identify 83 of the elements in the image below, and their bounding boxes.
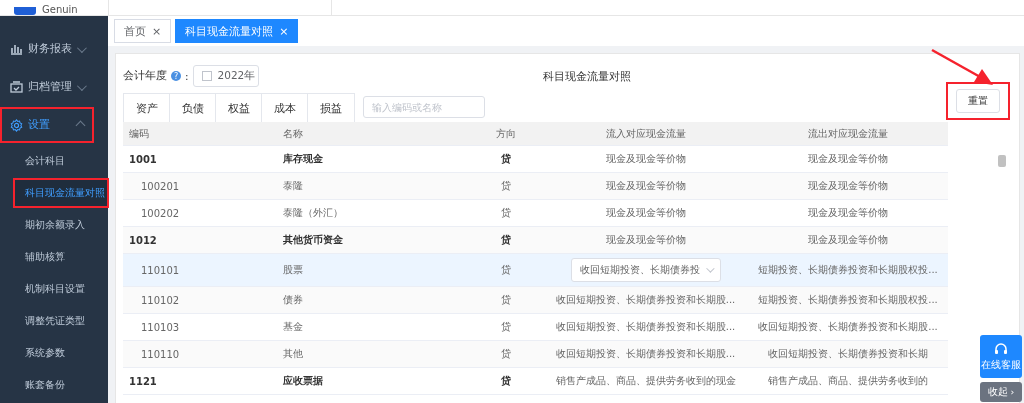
submenu-item[interactable]: 辅助核算 bbox=[13, 242, 69, 272]
reset-button[interactable]: 重置 bbox=[956, 89, 1000, 113]
submenu-item[interactable]: 会计科目 bbox=[13, 146, 69, 176]
sidebar-item[interactable]: 归档管理 bbox=[0, 69, 94, 105]
outflow-cell-text: 收回短期投资、长期债券投资和长期股... bbox=[757, 320, 939, 334]
direction-cell-text: 贷 bbox=[499, 233, 512, 247]
inflow-cell-text: 收回短期投资、长期债券投资和长期股... bbox=[554, 293, 737, 307]
code-cell-text: 1121 bbox=[128, 375, 158, 387]
year-label: 会计年度 bbox=[123, 69, 167, 83]
name-cell-text: 股票 bbox=[283, 263, 304, 277]
inflow-cell-text: 现金及现金等价物 bbox=[604, 233, 687, 247]
table-row[interactable]: 110110 其他 贷 收回短期投资、长期债券投资和长期股... 收回短期投资、长期债券投资和长期 bbox=[123, 341, 948, 368]
submenu-item[interactable]: 机制科目设置 bbox=[13, 274, 89, 304]
inflow-dropdown[interactable]: 收回短期投资、长期债券投 bbox=[570, 258, 721, 282]
page-tab[interactable]: 首页 × bbox=[114, 19, 172, 43]
headset-icon bbox=[994, 341, 1008, 356]
colon-text: : bbox=[185, 70, 189, 82]
code-cell-text: 110101 bbox=[140, 264, 181, 276]
sidebar-item[interactable]: 设置 bbox=[0, 107, 94, 143]
submenu-item[interactable]: 期初余额录入 bbox=[13, 210, 89, 240]
submenu-item[interactable]: 科目现金流量对照 bbox=[13, 178, 109, 208]
name-cell-text: 应收票据 bbox=[283, 374, 324, 388]
submenu-item[interactable]: 调整凭证类型 bbox=[13, 306, 89, 336]
column-header: 名称 bbox=[283, 126, 304, 141]
name-cell-text: 其他货币资金 bbox=[283, 233, 344, 247]
submenu-item[interactable]: 账套备份 bbox=[13, 370, 69, 400]
name-cell-text: 其他 bbox=[283, 347, 304, 361]
name-cell-text: 基金 bbox=[283, 320, 304, 334]
direction-cell-text: 贷 bbox=[499, 179, 512, 193]
table-row[interactable]: 110102 债券 贷 收回短期投资、长期债券投资和长期股... 短期投资、长期债券投资和长期股权投... bbox=[123, 287, 948, 314]
close-icon[interactable]: × bbox=[152, 24, 162, 38]
column-header: 方向 bbox=[494, 126, 517, 141]
name-cell-text: 泰隆 bbox=[283, 179, 304, 193]
sidebar-item[interactable]: 财务报表 bbox=[0, 31, 94, 67]
name-cell-text: 泰隆（外汇） bbox=[283, 206, 344, 220]
calendar-icon bbox=[201, 71, 212, 81]
outflow-cell-text: 销售产成品、商品、提供劳务收到的 bbox=[767, 374, 929, 388]
code-cell-text: 1001 bbox=[128, 153, 158, 165]
column-header: 流出对应现金流量 bbox=[807, 126, 889, 141]
inflow-cell-text: 现金及现金等价物 bbox=[604, 206, 687, 220]
scrollbar-thumb[interactable] bbox=[998, 155, 1006, 167]
outflow-cell-text: 短期投资、长期债券投资和长期股权投... bbox=[757, 263, 939, 277]
year-field[interactable]: 2022年 bbox=[192, 65, 259, 87]
logo-text: Genuin bbox=[42, 5, 78, 15]
outflow-cell-text: 现金及现金等价物 bbox=[807, 179, 889, 193]
inflow-cell-text: 现金及现金等价物 bbox=[604, 152, 687, 166]
table-row[interactable]: 1121 应收票据 贷 销售产成品、商品、提供劳务收到的现金 销售产成品、商品、提供劳务收到的 bbox=[123, 368, 948, 395]
code-cell-text: 1012 bbox=[128, 234, 158, 246]
table-row[interactable]: 1012 其他货币资金 贷 现金及现金等价物 现金及现金等价物 bbox=[123, 227, 948, 254]
code-cell-text: 110103 bbox=[140, 321, 181, 333]
page-title: 科目现金流量对照 bbox=[543, 68, 631, 84]
direction-cell-text: 贷 bbox=[499, 347, 512, 361]
table-row[interactable]: 110101 股票 贷 收回短期投资、长期债券投 短期投资、长期债券投资和长期股权投... bbox=[123, 254, 948, 287]
bar-chart-icon bbox=[10, 43, 23, 55]
inflow-cell-text: 现金及现金等价物 bbox=[604, 179, 687, 193]
column-header: 编码 bbox=[128, 126, 150, 141]
direction-cell-text: 贷 bbox=[499, 263, 512, 277]
outflow-cell-text: 短期投资、长期债券投资和长期股权投... bbox=[757, 293, 939, 307]
table-row[interactable]: 100201 泰隆 贷 现金及现金等价物 现金及现金等价物 bbox=[123, 173, 948, 200]
name-cell-text: 债券 bbox=[283, 293, 304, 307]
outflow-cell-text: 现金及现金等价物 bbox=[807, 233, 889, 247]
outflow-cell-text: 现金及现金等价物 bbox=[807, 206, 889, 220]
inflow-cell-text: 收回短期投资、长期债券投资和长期股... bbox=[554, 347, 737, 361]
logo-icon bbox=[14, 7, 36, 15]
code-cell-text: 100202 bbox=[140, 207, 181, 219]
direction-cell-text: 贷 bbox=[499, 152, 512, 166]
column-header: 流入对应现金流量 bbox=[604, 126, 687, 141]
code-cell-text: 110110 bbox=[140, 348, 181, 360]
direction-cell-text: 贷 bbox=[499, 206, 512, 220]
archive-box-icon bbox=[10, 81, 23, 93]
outflow-cell-text: 现金及现金等价物 bbox=[807, 152, 889, 166]
direction-cell-text: 贷 bbox=[499, 293, 512, 307]
code-cell-text: 100201 bbox=[140, 180, 181, 192]
outflow-cell-text: 收回短期投资、长期债券投资和长期 bbox=[767, 347, 929, 361]
submenu-item[interactable]: 系统参数 bbox=[13, 338, 69, 368]
code-cell-text: 110102 bbox=[140, 294, 181, 306]
settings-icon bbox=[10, 118, 23, 132]
direction-cell-text: 贷 bbox=[499, 320, 512, 334]
name-cell-text: 库存现金 bbox=[283, 152, 324, 166]
collapse-button[interactable]: 收起 › bbox=[980, 382, 1022, 402]
inflow-cell-text: 收回短期投资、长期债券投资和长期股... bbox=[554, 320, 737, 334]
direction-cell-text: 贷 bbox=[499, 374, 512, 388]
inflow-cell-text: 销售产成品、商品、提供劳务收到的现金 bbox=[554, 374, 737, 388]
